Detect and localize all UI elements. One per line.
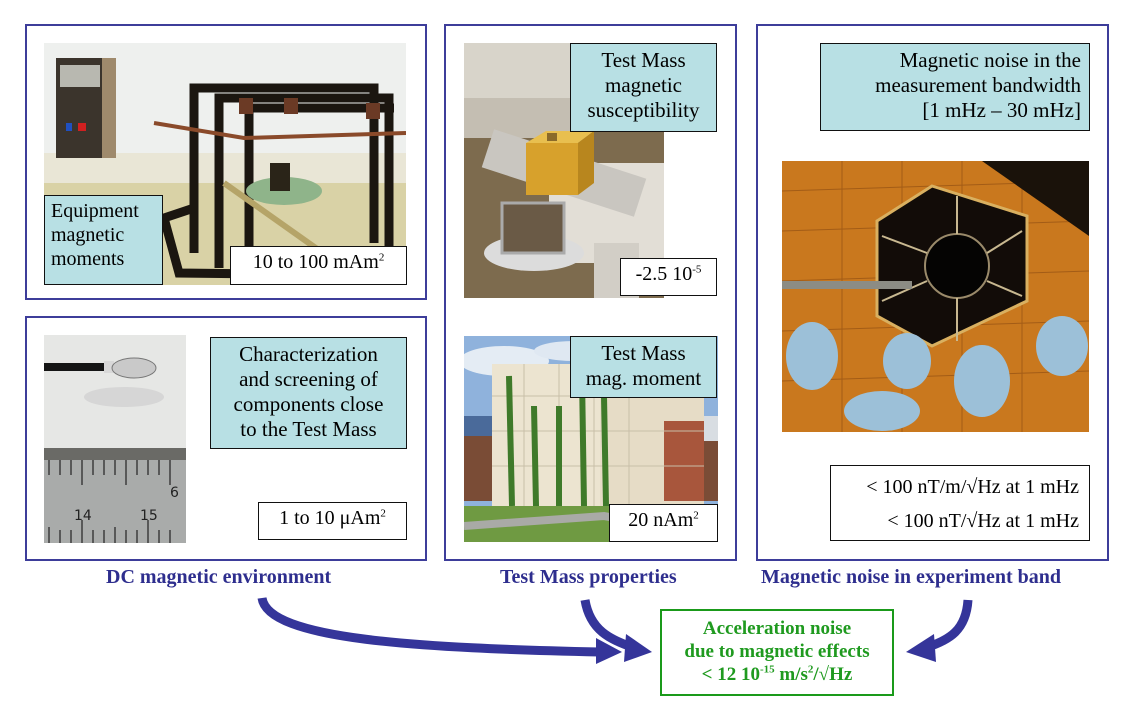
result-line-1: Acceleration noise [702,618,852,639]
acceleration-noise-result: Acceleration noise due to magnetic effec… [660,609,894,696]
arrowhead-noise [906,634,936,662]
result-line-2: due to magnetic effects [684,641,870,662]
arrow-dc-to-result [257,596,601,657]
result-line-3: < 12 10-15 m/s2/√Hz [701,663,853,685]
arrowhead-tm [624,634,652,662]
flow-arrows [257,596,973,664]
